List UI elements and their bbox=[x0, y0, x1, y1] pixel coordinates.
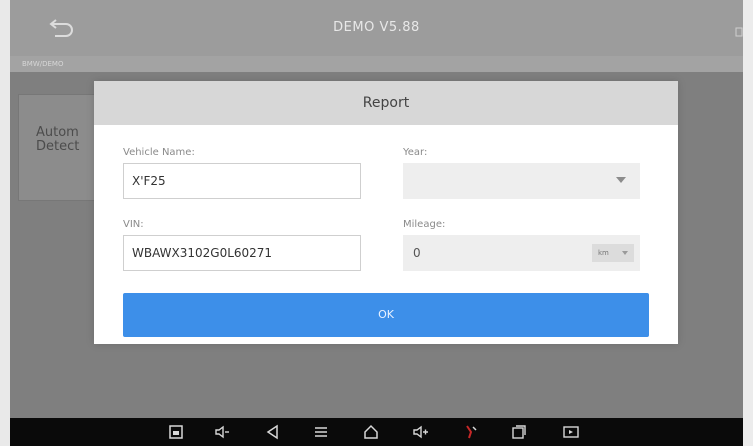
mileage-label: Mileage: bbox=[403, 219, 446, 230]
recent-apps-icon[interactable] bbox=[510, 423, 528, 441]
breadcrumb: BMW/DEMO bbox=[10, 56, 743, 72]
chevron-down-icon bbox=[616, 177, 626, 183]
mileage-unit-select[interactable]: km bbox=[592, 244, 634, 262]
vehicle-name-field[interactable]: X'F25 bbox=[123, 163, 361, 199]
menu-icon[interactable] bbox=[312, 423, 330, 441]
top-bar: DEMO V5.88 bbox=[10, 0, 743, 56]
ok-button[interactable]: OK bbox=[123, 293, 649, 337]
year-select[interactable] bbox=[403, 163, 640, 199]
volume-down-icon[interactable] bbox=[213, 423, 231, 441]
vci-icon[interactable] bbox=[462, 423, 480, 441]
vehicle-name-label: Vehicle Name: bbox=[123, 147, 195, 158]
screenshot-icon[interactable] bbox=[167, 423, 185, 441]
report-dialog: Report Vehicle Name: X'F25 Year: VIN: WB… bbox=[94, 81, 678, 344]
overflow-menu-icon[interactable] bbox=[735, 22, 743, 37]
auto-detect-label: Autom Detect bbox=[36, 125, 80, 154]
volume-up-icon[interactable] bbox=[412, 423, 430, 441]
screen-record-icon[interactable] bbox=[562, 423, 580, 441]
chevron-down-icon bbox=[622, 251, 628, 255]
vin-label: VIN: bbox=[123, 219, 144, 230]
year-label: Year: bbox=[403, 147, 428, 158]
mileage-unit-label: km bbox=[598, 249, 609, 257]
home-icon[interactable] bbox=[362, 423, 380, 441]
device-frame-right bbox=[743, 0, 753, 446]
device-frame-left bbox=[0, 0, 10, 446]
page-title: DEMO V5.88 bbox=[333, 20, 420, 35]
vin-field[interactable]: WBAWX3102G0L60271 bbox=[123, 235, 361, 271]
back-icon[interactable] bbox=[264, 423, 282, 441]
system-nav-bar bbox=[10, 418, 743, 446]
mileage-value: 0 bbox=[413, 246, 421, 260]
mileage-field[interactable]: 0 km bbox=[403, 235, 640, 271]
dialog-title: Report bbox=[94, 81, 678, 125]
